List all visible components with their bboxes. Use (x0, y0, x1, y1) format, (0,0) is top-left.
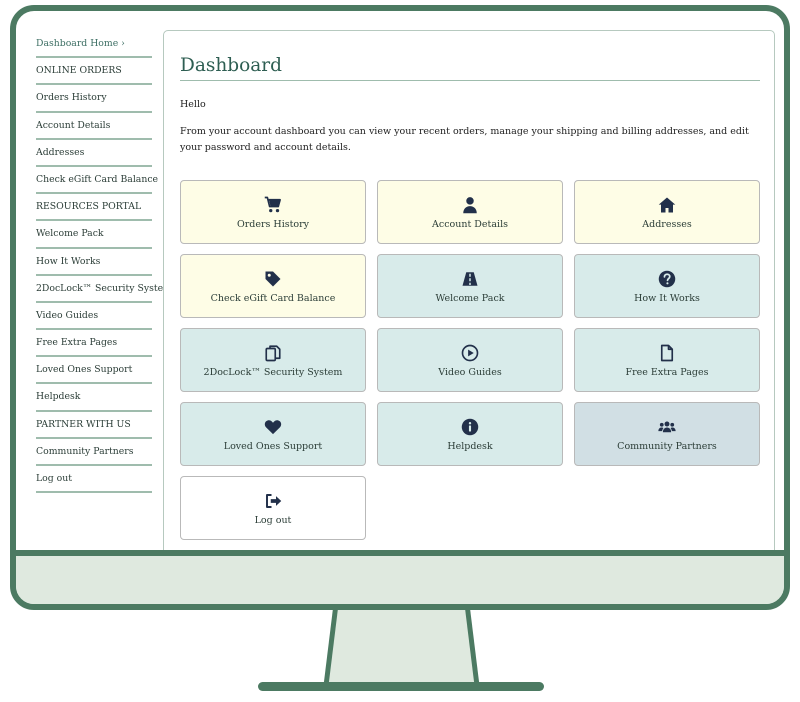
tile-label: Addresses (642, 219, 692, 230)
tile-community-partners[interactable]: Community Partners (574, 402, 760, 466)
tile-video-guides[interactable]: Video Guides (377, 328, 563, 392)
users-icon (658, 418, 676, 436)
sidebar-item-2doclock[interactable]: 2DocLock™ Security System (36, 276, 172, 303)
tile-label: Loved Ones Support (223, 441, 323, 452)
info-icon (461, 418, 479, 436)
tile-label: 2DocLock™ Security System (203, 367, 343, 378)
sidebar-heading-partner-with-us[interactable]: PARTNER WITH US (36, 412, 152, 439)
tag-icon (264, 270, 282, 288)
tile-label: Free Extra Pages (625, 367, 709, 378)
copy-icon (264, 344, 282, 362)
tile-loved-ones-support[interactable]: Loved Ones Support (180, 402, 366, 466)
greeting-text: Hello (180, 99, 206, 110)
sidebar-heading-resources-portal[interactable]: RESOURCES PORTAL (36, 194, 152, 222)
play-circle-icon (461, 344, 479, 362)
home-icon (658, 196, 676, 214)
tile-label: Log out (254, 515, 292, 526)
page-title: Dashboard (180, 55, 282, 76)
sidebar-heading-online-orders[interactable]: ONLINE ORDERS (36, 58, 152, 86)
tile-label: Helpdesk (447, 441, 493, 452)
intro-text: From your account dashboard you can view… (180, 126, 749, 153)
sidebar-item-loved-ones-support[interactable]: Loved Ones Support (36, 357, 152, 385)
question-icon (658, 270, 676, 288)
tile-label: Video Guides (438, 367, 502, 378)
tile-how-it-works[interactable]: How It Works (574, 254, 760, 318)
dashboard-tile-grid: Orders History Account Details Addresses… (180, 180, 760, 540)
tile-account-details[interactable]: Account Details (377, 180, 563, 244)
sidebar-item-free-extra-pages[interactable]: Free Extra Pages (36, 330, 152, 358)
tile-orders-history[interactable]: Orders History (180, 180, 366, 244)
sign-out-icon (264, 492, 282, 510)
sidebar-item-account-details[interactable]: Account Details (36, 113, 152, 140)
sidebar-item-egift-balance[interactable]: Check eGift Card Balance (36, 167, 158, 195)
monitor-screen: Dashboard Home › ONLINE ORDERS Orders Hi… (10, 5, 790, 610)
tile-label: Orders History (236, 219, 310, 230)
sidebar-item-addresses[interactable]: Addresses (36, 140, 152, 167)
tile-label: Account Details (432, 219, 508, 230)
tile-welcome-pack[interactable]: Welcome Pack (377, 254, 563, 318)
sidebar-item-community-partners[interactable]: Community Partners (36, 439, 152, 466)
sidebar-item-log-out[interactable]: Log out (36, 466, 152, 494)
tile-addresses[interactable]: Addresses (574, 180, 760, 244)
sidebar-item-welcome-pack[interactable]: Welcome Pack (36, 221, 152, 249)
sidebar-item-video-guides[interactable]: Video Guides (36, 303, 152, 331)
monitor-stand-neck (326, 610, 478, 686)
dashboard-panel: Dashboard Hello From your account dashbo… (163, 30, 775, 556)
title-divider (180, 80, 760, 81)
road-icon (461, 270, 479, 288)
sidebar-item-dashboard-home[interactable]: Dashboard Home › (36, 31, 152, 59)
tile-log-out[interactable]: Log out (180, 476, 366, 540)
tile-check-egift-balance[interactable]: Check eGift Card Balance (180, 254, 366, 318)
tile-label: How It Works (634, 293, 700, 304)
tile-label: Community Partners (617, 441, 717, 452)
cart-icon (264, 196, 282, 214)
tile-free-extra-pages[interactable]: Free Extra Pages (574, 328, 760, 392)
heart-icon (264, 418, 282, 436)
sidebar-item-how-it-works[interactable]: How It Works (36, 249, 152, 276)
tile-label: Check eGift Card Balance (210, 293, 336, 304)
account-sidebar: Dashboard Home › ONLINE ORDERS Orders Hi… (36, 31, 172, 494)
tile-2doclock-security[interactable]: 2DocLock™ Security System (180, 328, 366, 392)
sidebar-item-helpdesk[interactable]: Helpdesk (36, 384, 152, 412)
tile-helpdesk[interactable]: Helpdesk (377, 402, 563, 466)
sidebar-item-orders-history[interactable]: Orders History (36, 85, 152, 113)
file-icon (658, 344, 676, 362)
monitor-chin (16, 550, 784, 604)
monitor-stand-base (258, 682, 544, 691)
tile-label: Welcome Pack (435, 293, 505, 304)
user-icon (461, 196, 479, 214)
